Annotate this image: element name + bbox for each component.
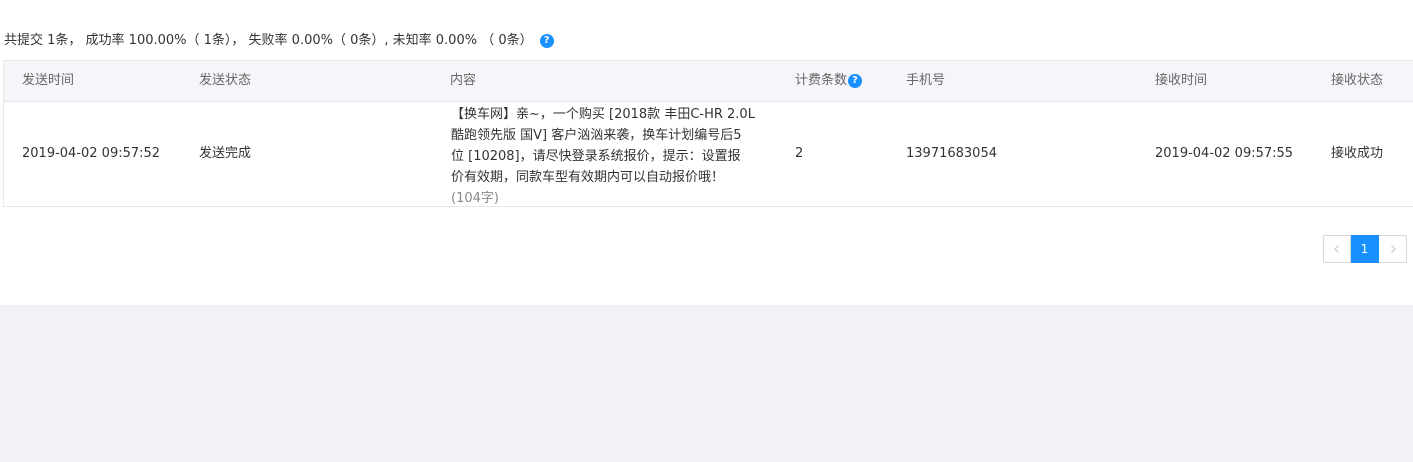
cell-receive-time: 2019-04-02 09:57:55: [1155, 146, 1294, 161]
char-count: (104字): [451, 191, 499, 206]
header-label: 发送状态: [199, 73, 252, 88]
header-label: 内容: [450, 73, 477, 88]
content-line: 位 [10208]，请尽快登录系统报价，提示：设置报: [451, 149, 741, 164]
column-header-send-status: 发送状态: [199, 61, 251, 101]
column-header-billing-count: 计费条数 ?: [795, 61, 863, 101]
header-label: 接收状态: [1331, 73, 1384, 88]
cell-send-status: 发送完成: [199, 146, 252, 161]
help-icon[interactable]: ?: [539, 34, 554, 48]
column-header-content: 内容: [450, 61, 476, 101]
cell-receive-status: 接收成功: [1331, 146, 1384, 161]
column-header-phone: 手机号: [906, 61, 945, 101]
column-header-receive-time: 接收时间: [1155, 61, 1207, 101]
sms-record-panel: 共提交 1条， 成功率 100.00%（ 1条）， 失败率 0.00%（ 0条）…: [0, 0, 1413, 305]
cell-send-time: 2019-04-02 09:57:52: [22, 146, 161, 161]
summary-text: 共提交 1条， 成功率 100.00%（ 1条）， 失败率 0.00%（ 0条）…: [4, 33, 533, 48]
header-label: 发送时间: [22, 73, 75, 88]
submission-summary: 共提交 1条， 成功率 100.00%（ 1条）， 失败率 0.00%（ 0条）…: [4, 32, 554, 50]
column-header-receive-status: 接收状态: [1331, 61, 1383, 101]
content-line: 价有效期，同款车型有效期内可以自动报价哦！: [451, 170, 725, 185]
pagination: 1: [1323, 235, 1407, 263]
header-label: 计费条数: [795, 73, 848, 88]
column-header-send-time: 发送时间: [22, 61, 74, 101]
cell-billing-count: 2: [795, 146, 804, 161]
header-label: 手机号: [906, 73, 946, 88]
billing-help-icon[interactable]: ?: [848, 74, 863, 88]
chevron-left-icon: [1334, 245, 1339, 253]
table-header: 发送时间 发送状态 内容 计费条数 ? 手机号 接收时间 接收状态: [4, 61, 1413, 102]
next-page-button[interactable]: [1379, 235, 1407, 263]
cell-content: 【换车网】亲~，一个购买 [2018款 丰田C-HR 2.0L 酷跑领先版 国V…: [451, 102, 771, 209]
sms-record-table: 发送时间 发送状态 内容 计费条数 ? 手机号 接收时间 接收状态 2019-0…: [3, 60, 1413, 207]
content-line: 酷跑领先版 国V] 客户汹汹来袭，换车计划编号后5: [451, 128, 742, 143]
cell-phone: 13971683054: [906, 146, 997, 161]
prev-page-button[interactable]: [1323, 235, 1351, 263]
header-label: 接收时间: [1155, 73, 1208, 88]
page-number-button[interactable]: 1: [1351, 235, 1379, 263]
content-line: 【换车网】亲~，一个购买 [2018款 丰田C-HR 2.0L: [451, 107, 755, 122]
chevron-right-icon: [1390, 245, 1396, 253]
